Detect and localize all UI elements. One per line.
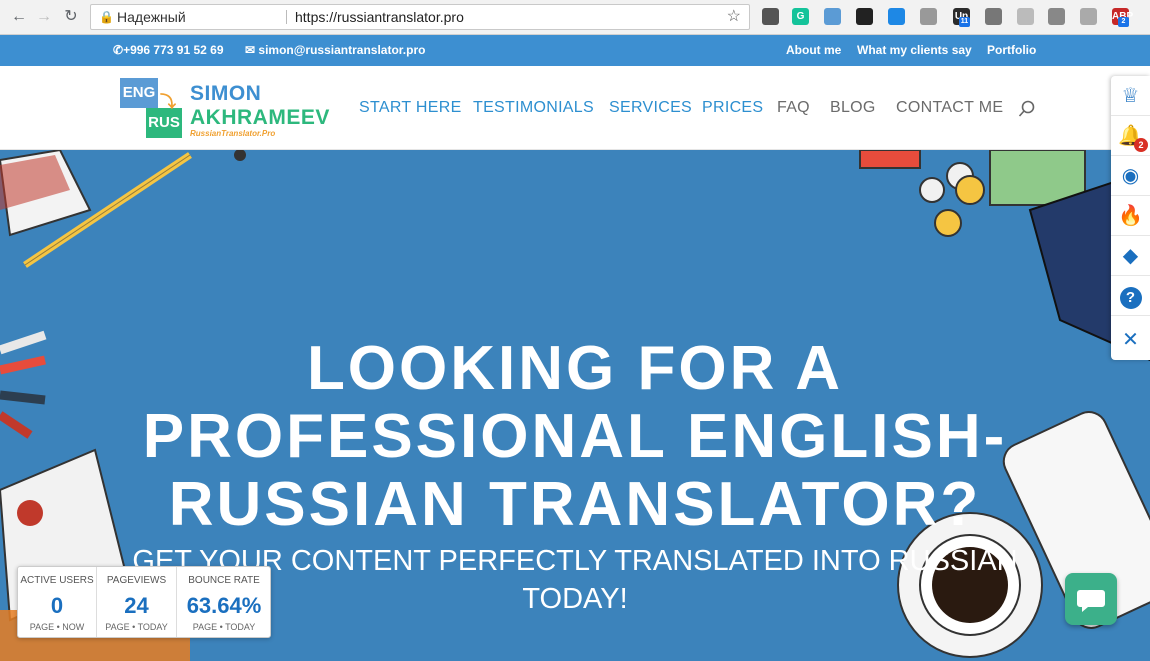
eye-icon[interactable]: ◉ xyxy=(1111,156,1150,196)
logo-arrow-icon: ⤵ xyxy=(160,94,177,111)
logo-rus-badge: RUS xyxy=(146,108,182,138)
coins-illustration xyxy=(919,162,985,237)
browser-toolbar: ← → ↻ 🔒 Надежный https://russiantranslat… xyxy=(0,0,1150,35)
nav-faq[interactable]: FAQ xyxy=(777,99,810,117)
bell-icon[interactable]: 🔔 2 xyxy=(1111,116,1150,156)
stat-label: ACTIVE USERS xyxy=(20,575,94,586)
logo-tagline: RussianTranslator.Pro xyxy=(190,129,276,138)
nav-blog[interactable]: BLOG xyxy=(830,99,876,117)
eyedropper-icon[interactable] xyxy=(762,8,779,25)
logo-eng-badge: ENG xyxy=(120,78,158,108)
nav-start-here[interactable]: START HERE xyxy=(359,99,462,117)
notebook-illustration xyxy=(0,150,92,237)
extension-badge: 11 xyxy=(959,17,970,27)
side-toolbar: ♕ 🔔 2 ◉ 🔥 ◆ ? ✕ xyxy=(1111,76,1150,360)
hero-title: LOOKING FOR A PROFESSIONAL ENGLISH- RUSS… xyxy=(120,335,1030,539)
cup-icon[interactable] xyxy=(920,8,937,25)
page-icon[interactable] xyxy=(1017,8,1034,25)
crown-icon[interactable]: ♕ xyxy=(1111,76,1150,116)
url-text[interactable]: https://russiantranslator.pro xyxy=(295,5,464,29)
search-icon[interactable] xyxy=(1018,100,1036,118)
phone-link[interactable]: ✆+996 773 91 52 69 xyxy=(113,43,224,57)
fire-icon[interactable]: 🔥 xyxy=(1111,196,1150,236)
chat-button[interactable] xyxy=(1065,573,1117,625)
nav-contact[interactable]: CONTACT ME xyxy=(896,99,1003,117)
swirl-icon[interactable] xyxy=(985,8,1002,25)
stat-caption: PAGE • NOW xyxy=(29,622,85,632)
grammarly-icon[interactable]: G xyxy=(792,8,809,25)
address-bar[interactable]: 🔒 Надежный https://russiantranslator.pro… xyxy=(90,4,750,30)
secure-label: Надежный xyxy=(117,9,186,25)
contacts-icon[interactable] xyxy=(1048,8,1065,25)
nav-prices[interactable]: PRICES xyxy=(702,99,763,117)
stat-label: PAGEVIEWS xyxy=(106,575,167,586)
nav-services[interactable]: SERVICES xyxy=(609,99,692,117)
stat-caption: PAGE • TODAY xyxy=(192,622,256,632)
abp-icon[interactable]: ABP2 xyxy=(1112,8,1133,27)
hero-title-line: RUSSIAN TRANSLATOR? xyxy=(168,470,982,539)
logo-name-first: SIMON xyxy=(190,82,262,105)
share-icon[interactable] xyxy=(888,8,905,25)
mail-icon[interactable] xyxy=(824,8,841,25)
portfolio-link[interactable]: Portfolio xyxy=(987,43,1036,57)
lock-icon: 🔒 xyxy=(99,10,114,24)
hero-title-line: LOOKING FOR A xyxy=(306,334,844,403)
divider xyxy=(286,10,287,24)
eraser-illustration xyxy=(234,150,246,161)
about-me-link[interactable]: About me xyxy=(786,43,841,57)
extension-badge: 2 xyxy=(1118,17,1129,27)
money-illustration xyxy=(859,150,1150,362)
nav-testimonials[interactable]: TESTIMONIALS xyxy=(473,99,594,117)
chat-bubble-icon xyxy=(1077,590,1105,612)
active-users-stat: ACTIVE USERS 0 PAGE • NOW xyxy=(18,567,96,637)
clients-say-link[interactable]: What my clients say xyxy=(857,43,972,57)
hero-title-line: PROFESSIONAL ENGLISH- xyxy=(142,402,1008,471)
top-contact-bar: ✆+996 773 91 52 69 ✉ simon@russiantransl… xyxy=(0,35,1150,66)
stat-value: 0 xyxy=(50,593,64,618)
forward-button[interactable]: → xyxy=(33,6,55,28)
pens-illustration xyxy=(0,330,47,439)
bookmark-star-icon[interactable]: ☆ xyxy=(727,5,741,29)
pageviews-stat: PAGEVIEWS 24 PAGE • TODAY xyxy=(97,567,176,637)
stat-caption: PAGE • TODAY xyxy=(105,622,168,632)
stat-value: 24 xyxy=(124,593,149,618)
back-button[interactable]: ← xyxy=(8,6,30,28)
stat-label: BOUNCE RATE xyxy=(188,575,260,586)
close-icon[interactable]: ✕ xyxy=(1111,320,1150,360)
analytics-widget: ACTIVE USERS 0 PAGE • NOW PAGEVIEWS 24 P… xyxy=(17,566,271,638)
logo-name-last: AKHRAMEEV xyxy=(190,106,330,129)
help-icon[interactable]: ? xyxy=(1111,276,1150,316)
drive-icon[interactable] xyxy=(1080,8,1097,25)
notification-badge: 2 xyxy=(1134,138,1148,152)
bounce-rate-stat: BOUNCE RATE 63.64% PAGE • TODAY xyxy=(177,567,271,637)
buffer-icon[interactable] xyxy=(856,8,873,25)
stat-value: 63.64% xyxy=(186,593,262,618)
reload-button[interactable]: ↻ xyxy=(60,6,82,28)
email-link[interactable]: ✉ simon@russiantranslator.pro xyxy=(245,43,425,57)
site-header: ENG RUS ⤵ SIMON AKHRAMEEV RussianTransla… xyxy=(0,66,1150,150)
upwork-icon[interactable]: Up11 xyxy=(953,8,970,27)
diamond-icon[interactable]: ◆ xyxy=(1111,236,1150,276)
